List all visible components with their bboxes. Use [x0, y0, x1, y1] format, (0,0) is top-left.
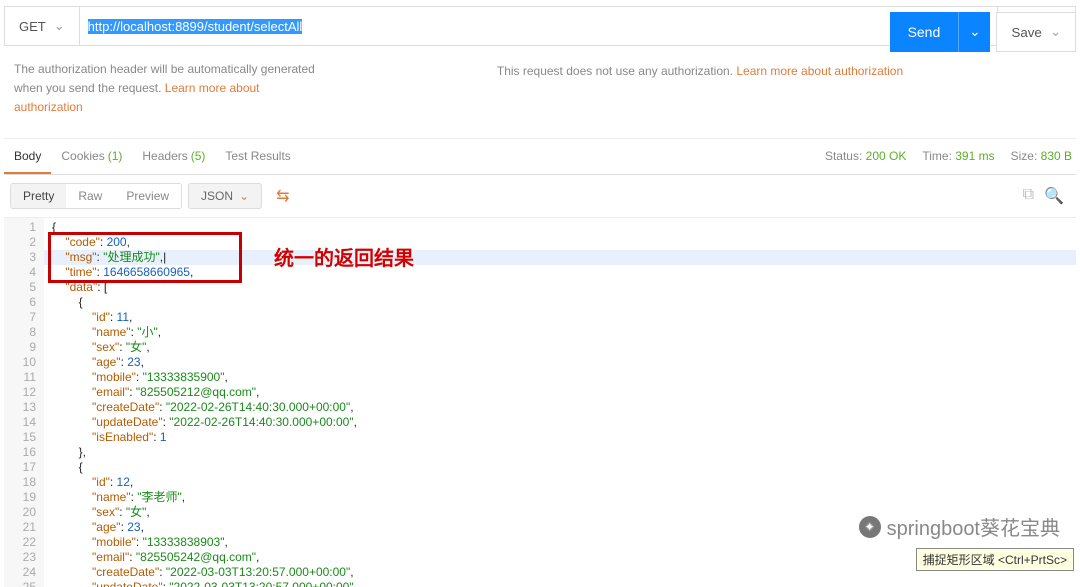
auth-right-plain: This request does not use any authorizat… [497, 64, 736, 78]
wechat-icon: ✦ [859, 516, 881, 538]
view-raw[interactable]: Raw [66, 184, 114, 208]
tab-test-results[interactable]: Test Results [215, 139, 300, 174]
auth-learn-link-right[interactable]: Learn more about authorization [736, 64, 903, 78]
headers-count: (5) [191, 149, 206, 163]
format-label: JSON [201, 189, 233, 203]
save-label: Save [1011, 25, 1041, 40]
chevron-down-icon: ⌄ [239, 189, 249, 203]
tab-body[interactable]: Body [4, 139, 51, 174]
line-number-gutter: 1 2 3 4 5 6 7 8 9 10 11 12 13 14 15 16 1… [4, 218, 44, 587]
tab-headers[interactable]: Headers (5) [132, 139, 215, 174]
viewer-right-icons: ⧉ 🔍 [1023, 186, 1070, 206]
status-value: 200 OK [866, 149, 907, 163]
view-mode-group: Pretty Raw Preview [10, 183, 182, 209]
response-status-summary: Status: 200 OK Time: 391 ms Size: 830 B [825, 149, 1076, 163]
status-label: Status: 200 OK [825, 149, 906, 163]
http-method-select[interactable]: GET ⌄ [5, 7, 80, 45]
format-select[interactable]: JSON ⌄ [188, 183, 262, 209]
send-label: Send [890, 24, 959, 40]
tab-cookies-label: Cookies [61, 149, 104, 163]
http-method-label: GET [19, 19, 46, 34]
viewer-controls: Pretty Raw Preview JSON ⌄ ⇆ ⧉ 🔍 [4, 175, 1076, 217]
response-tabs-row: Body Cookies (1) Headers (5) Test Result… [4, 139, 1076, 175]
time-value: 391 ms [955, 149, 994, 163]
auth-right-text: This request does not use any authorizat… [334, 60, 1066, 78]
time-label: Time: 391 ms [922, 149, 994, 163]
auth-left-text: The authorization header will be automat… [14, 60, 324, 118]
watermark: ✦ springboot葵花宝典 [859, 512, 1060, 541]
cookies-count: (1) [108, 149, 123, 163]
watermark-text: springboot葵花宝典 [887, 512, 1060, 541]
search-icon[interactable]: 🔍 [1044, 186, 1064, 206]
url-input-wrap [80, 7, 998, 45]
tab-test-results-label: Test Results [225, 149, 290, 163]
wrap-lines-button[interactable]: ⇆ [268, 181, 297, 211]
auth-info-row: The authorization header will be automat… [4, 46, 1076, 139]
screenshot-hint-tooltip: 捕捉矩形区域 <Ctrl+PrtSc> [916, 548, 1074, 571]
save-button[interactable]: Save ⌄ [996, 12, 1076, 52]
chevron-down-icon: ⌄ [969, 24, 980, 40]
send-dropdown[interactable]: ⌄ [958, 12, 990, 52]
tab-cookies[interactable]: Cookies (1) [51, 139, 132, 174]
annotation-text: 统一的返回结果 [274, 242, 414, 271]
wrap-icon: ⇆ [276, 188, 289, 205]
view-pretty[interactable]: Pretty [11, 184, 66, 208]
send-button[interactable]: Send ⌄ [890, 12, 991, 52]
view-preview[interactable]: Preview [114, 184, 181, 208]
chevron-down-icon: ⌄ [1050, 24, 1061, 40]
copy-icon[interactable]: ⧉ [1023, 186, 1034, 206]
size-label: Size: 830 B [1011, 149, 1072, 163]
tab-body-label: Body [14, 149, 41, 163]
size-value: 830 B [1041, 149, 1072, 163]
tab-headers-label: Headers [142, 149, 187, 163]
chevron-down-icon: ⌄ [54, 18, 65, 34]
url-input[interactable] [88, 19, 990, 34]
